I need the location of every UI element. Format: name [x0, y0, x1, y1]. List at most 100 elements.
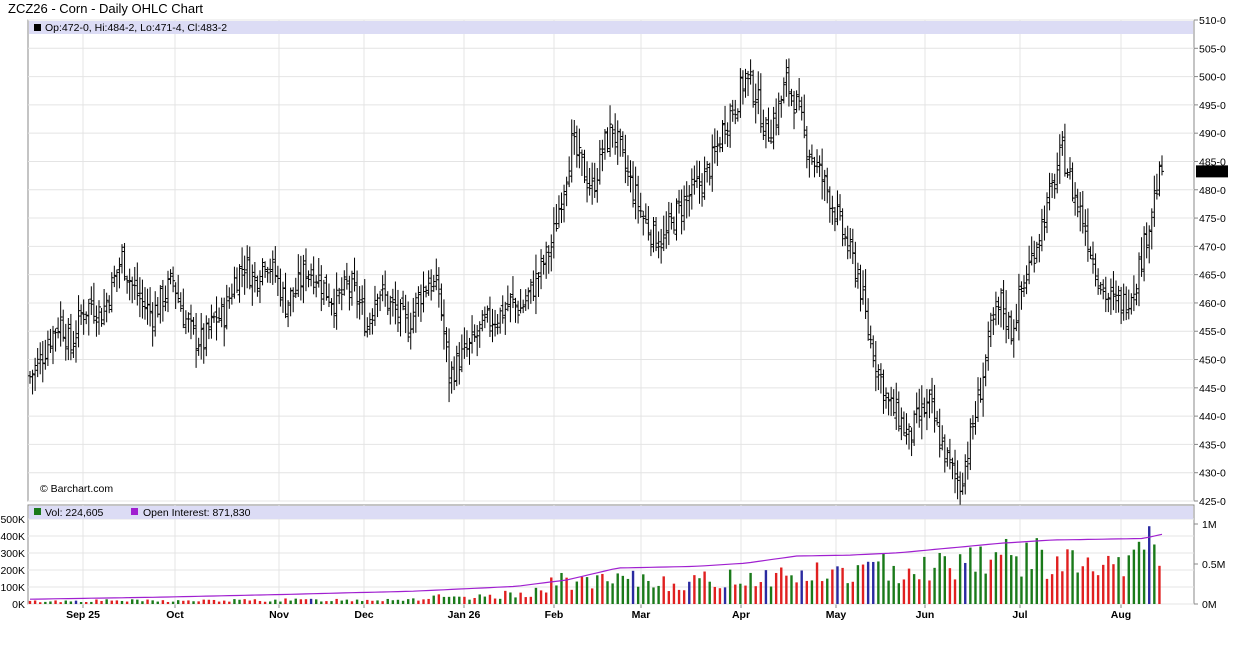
volume-bar — [248, 600, 251, 604]
volume-bar — [570, 589, 573, 604]
volume-bar — [406, 599, 410, 604]
volume-bar — [1081, 566, 1084, 604]
volume-bar — [1132, 549, 1136, 604]
volume-bar — [872, 561, 875, 604]
volume-bar — [309, 598, 313, 604]
y-tick-label: 475-0 — [1199, 213, 1226, 225]
volume-bar — [744, 585, 747, 604]
volume-bar — [662, 576, 665, 604]
volume-bar — [1056, 556, 1059, 604]
volume-bar — [647, 580, 650, 604]
volume-bar — [166, 601, 170, 604]
volume-bar — [718, 588, 722, 604]
volume-bar — [1091, 571, 1095, 604]
volume-bar — [49, 601, 52, 604]
volume-bar — [1045, 578, 1049, 604]
volume-bar — [1158, 565, 1161, 604]
legend-swatch-vol — [34, 508, 41, 515]
volume-bar — [131, 599, 134, 604]
volume-bar — [769, 586, 773, 604]
y-tick-label: 435-0 — [1199, 439, 1226, 451]
y-tick-label: 505-0 — [1199, 43, 1226, 55]
volume-bar — [115, 600, 119, 604]
oi-right-tick: 1M — [1202, 519, 1217, 531]
volume-bar — [764, 570, 768, 604]
volume-bar — [396, 599, 400, 604]
volume-bar — [136, 599, 139, 604]
volume-bar — [355, 599, 359, 604]
volume-bar — [228, 601, 231, 604]
volume-bar — [1137, 541, 1141, 604]
volume-bar — [238, 599, 241, 604]
volume-bar — [938, 552, 941, 604]
volume-bar — [734, 584, 737, 604]
volume-bar — [611, 583, 614, 604]
volume-bar — [979, 546, 982, 604]
volume-bar — [44, 601, 47, 604]
volume-legend-label: Vol: 224,605 — [45, 507, 104, 519]
volume-bar — [1153, 544, 1156, 604]
y-tick-label: 495-0 — [1199, 100, 1226, 112]
volume-bar — [877, 561, 880, 604]
volume-bar — [800, 570, 803, 604]
volume-bar — [928, 580, 931, 604]
volume-bar — [1035, 538, 1038, 604]
volume-bar — [289, 600, 292, 604]
volume-bar — [187, 600, 190, 604]
volume-bar — [626, 578, 630, 604]
volume-bar — [810, 580, 814, 604]
credit-text: © Barchart.com — [40, 483, 113, 495]
y-tick-label: 450-0 — [1199, 355, 1226, 367]
volume-bar — [427, 598, 430, 604]
volume-bar — [192, 601, 195, 604]
volume-bar — [442, 596, 446, 604]
volume-bar — [923, 556, 926, 604]
oi-right-tick: 0.5M — [1202, 559, 1225, 571]
volume-bar — [320, 601, 323, 604]
volume-bar — [268, 601, 272, 604]
volume-bar — [723, 587, 727, 604]
volume-bar — [386, 598, 389, 604]
last-price-label: 483-2 — [1198, 166, 1225, 178]
volume-bar — [1142, 549, 1146, 604]
volume-bar — [54, 600, 57, 604]
volume-bar — [1030, 569, 1033, 604]
volume-bar — [882, 553, 885, 604]
volume-bar — [371, 600, 374, 604]
volume-bar — [1010, 555, 1013, 604]
volume-bar — [754, 586, 757, 604]
volume-bar — [79, 602, 83, 604]
x-tick-label: Aug — [1111, 609, 1131, 621]
volume-bar — [401, 600, 405, 604]
x-tick-label: Nov — [269, 609, 289, 621]
volume-bar — [279, 601, 282, 604]
volume-bar — [565, 577, 568, 604]
volume-bar — [590, 588, 594, 604]
volume-bar — [1107, 555, 1110, 604]
volume-bar — [892, 565, 895, 604]
volume-bar — [677, 589, 681, 604]
volume-bar — [452, 596, 456, 604]
volume-bar — [514, 597, 517, 604]
y-tick-label: 480-0 — [1199, 185, 1226, 197]
volume-bar — [958, 554, 962, 604]
volume-bar — [1071, 550, 1074, 604]
volume-bar — [585, 577, 589, 604]
volume-bar — [294, 598, 297, 604]
volume-bar — [831, 569, 834, 604]
volume-bar — [345, 599, 349, 604]
volume-bar — [478, 594, 481, 604]
volume-bar — [161, 600, 165, 604]
volume-bar — [524, 597, 527, 604]
volume-bar — [233, 599, 236, 604]
volume-left-tick: 0K — [12, 599, 25, 611]
volume-bar — [698, 578, 701, 604]
volume-bar — [156, 601, 159, 604]
volume-bar — [933, 567, 936, 604]
volume-bar — [601, 573, 604, 604]
volume-bar — [509, 592, 512, 604]
x-tick-label: Sep 25 — [66, 609, 100, 621]
volume-bar — [39, 602, 42, 604]
volume-bar — [918, 579, 921, 604]
volume-bar — [657, 585, 660, 604]
